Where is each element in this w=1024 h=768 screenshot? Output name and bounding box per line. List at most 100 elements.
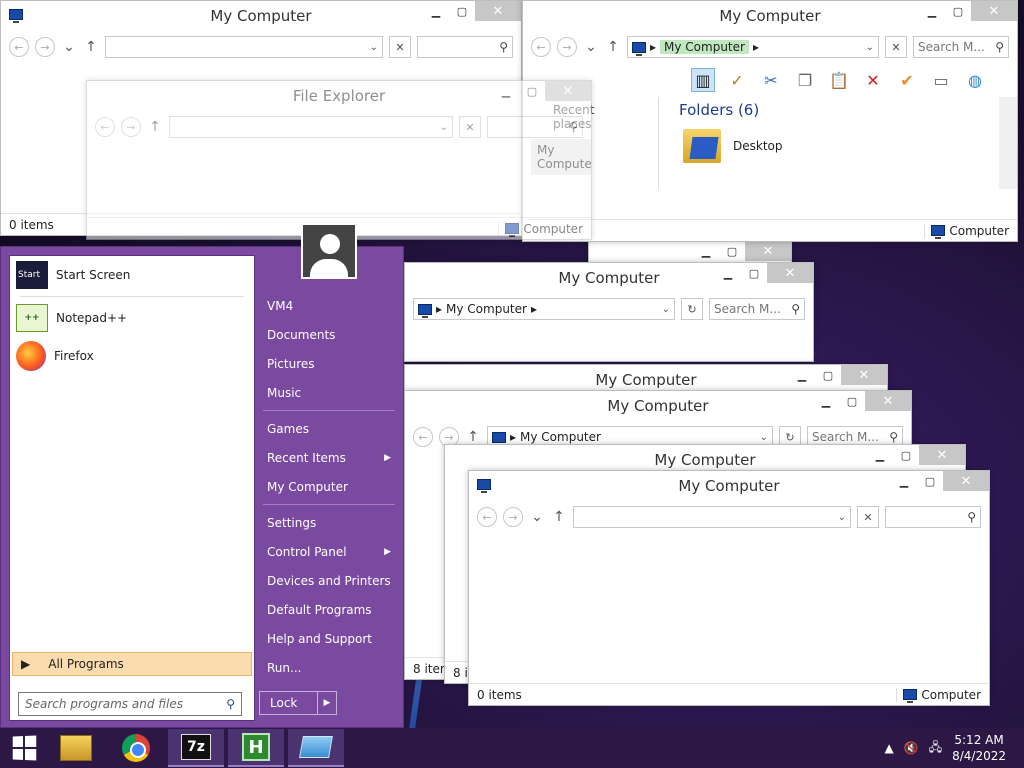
close-button[interactable]: ✕ bbox=[919, 445, 965, 465]
link-default-programs[interactable]: Default Programs bbox=[259, 595, 399, 624]
back-button[interactable]: ← bbox=[413, 427, 433, 447]
checkmark-icon[interactable]: ✔ bbox=[895, 68, 919, 92]
link-recent-items[interactable]: Recent Items ▶ bbox=[259, 443, 399, 472]
taskbar-chrome[interactable] bbox=[108, 729, 164, 767]
close-button[interactable]: ✕ bbox=[841, 365, 887, 385]
search-input[interactable]: ⚲ bbox=[487, 116, 583, 138]
chevron-down-icon[interactable]: ⌄ bbox=[370, 42, 378, 53]
address-bar[interactable]: ⌄ bbox=[573, 506, 851, 528]
address-bar[interactable]: ▸ My Computer ▸ ⌄ bbox=[413, 298, 675, 320]
nav-my-computer[interactable]: My Computer bbox=[531, 139, 591, 175]
lock-button[interactable]: Lock ▶ bbox=[259, 691, 337, 715]
up-arrow-icon[interactable]: ↑ bbox=[551, 509, 567, 525]
close-button[interactable]: ✕ bbox=[545, 81, 591, 101]
taskbar-file-explorer[interactable] bbox=[48, 729, 104, 767]
link-games[interactable]: Games bbox=[259, 414, 399, 443]
link-run[interactable]: Run... bbox=[259, 653, 399, 682]
window-my-computer-front[interactable]: My Computer ▁ ▢ ✕ ← → ⌄ ↑ ⌄ ✕ ⚲ 0 items Co… bbox=[468, 470, 990, 706]
address-bar[interactable]: ⌄ bbox=[105, 36, 383, 58]
cut-icon[interactable]: ✂ bbox=[759, 68, 783, 92]
recent-locations-button[interactable]: ⌄ bbox=[529, 509, 545, 525]
minimize-button[interactable]: ▁ bbox=[919, 1, 945, 21]
all-programs-button[interactable]: ▶ All Programs bbox=[12, 652, 252, 676]
program-firefox[interactable]: Firefox bbox=[10, 337, 254, 375]
up-arrow-icon[interactable]: ↑ bbox=[605, 39, 621, 55]
up-arrow-icon[interactable]: ↑ bbox=[465, 429, 481, 445]
back-button[interactable]: ← bbox=[9, 37, 29, 57]
forward-button[interactable]: → bbox=[557, 37, 577, 57]
delete-icon[interactable]: ✕ bbox=[861, 68, 885, 92]
minimize-button[interactable]: ▁ bbox=[715, 263, 741, 283]
user-avatar[interactable] bbox=[301, 223, 357, 279]
clock[interactable]: 5:12 AM 8/4/2022 bbox=[952, 732, 1006, 764]
link-settings[interactable]: Settings bbox=[259, 508, 399, 537]
back-button[interactable]: ← bbox=[477, 507, 497, 527]
forward-button[interactable]: → bbox=[35, 37, 55, 57]
chevron-down-icon[interactable]: ⌄ bbox=[440, 122, 448, 133]
link-control-panel[interactable]: Control Panel ▶ bbox=[259, 537, 399, 566]
close-button[interactable]: ✕ bbox=[943, 471, 989, 491]
refresh-button[interactable]: ↻ bbox=[681, 298, 703, 320]
minimize-button[interactable]: ▁ bbox=[789, 365, 815, 385]
maximize-button[interactable]: ▢ bbox=[519, 81, 545, 101]
maximize-button[interactable]: ▢ bbox=[719, 241, 745, 261]
maximize-button[interactable]: ▢ bbox=[917, 471, 943, 491]
back-button[interactable]: ← bbox=[95, 117, 115, 137]
chevron-down-icon[interactable]: ⌄ bbox=[760, 432, 768, 443]
close-button[interactable]: ✕ bbox=[767, 263, 813, 283]
taskbar-hxd[interactable]: H bbox=[228, 729, 284, 767]
clear-address-button[interactable]: ✕ bbox=[389, 36, 411, 58]
link-music[interactable]: Music bbox=[259, 378, 399, 407]
search-input[interactable]: Search M...⚲ bbox=[709, 298, 805, 320]
search-input[interactable]: ⚲ bbox=[417, 36, 513, 58]
network-icon[interactable]: 🖧 bbox=[929, 738, 942, 759]
forward-button[interactable]: → bbox=[121, 117, 141, 137]
minimize-button[interactable]: ▁ bbox=[867, 445, 893, 465]
maximize-button[interactable]: ▢ bbox=[741, 263, 767, 283]
back-button[interactable]: ← bbox=[531, 37, 551, 57]
recent-locations-button[interactable]: ⌄ bbox=[583, 39, 599, 55]
link-documents[interactable]: Documents bbox=[259, 320, 399, 349]
close-button[interactable]: ✕ bbox=[971, 1, 1017, 21]
link-pictures[interactable]: Pictures bbox=[259, 349, 399, 378]
copy-icon[interactable]: ❐ bbox=[793, 68, 817, 92]
maximize-button[interactable]: ▢ bbox=[893, 445, 919, 465]
maximize-button[interactable]: ▢ bbox=[945, 1, 971, 21]
paste-icon[interactable]: 📋 bbox=[827, 68, 851, 92]
window-cascade-2[interactable]: My Computer ▁ ▢ ✕ ▸ My Computer ▸ ⌄ ↻ Search … bbox=[404, 262, 814, 362]
search-input[interactable]: ⚲ bbox=[885, 506, 981, 528]
clear-address-button[interactable]: ✕ bbox=[857, 506, 879, 528]
chevron-down-icon[interactable]: ⌄ bbox=[866, 42, 874, 53]
show-hidden-icons-icon[interactable]: ▲ bbox=[885, 741, 894, 755]
up-arrow-icon[interactable]: ↑ bbox=[147, 119, 163, 135]
chevron-down-icon[interactable]: ⌄ bbox=[662, 304, 670, 315]
close-button[interactable]: ✕ bbox=[475, 1, 521, 21]
volume-muted-icon[interactable]: 🔇 bbox=[904, 741, 919, 755]
chevron-right-icon[interactable]: ▶ bbox=[318, 698, 336, 708]
maximize-button[interactable]: ▢ bbox=[839, 391, 865, 411]
window-file-explorer-ghost[interactable]: File Explorer ▁ ▢ ✕ ← → ↑ ⌄ ✕ ⚲ My Compute… bbox=[86, 80, 592, 240]
link-my-computer[interactable]: My Computer bbox=[259, 472, 399, 501]
maximize-button[interactable]: ▢ bbox=[815, 365, 841, 385]
window-my-computer-topright[interactable]: My Computer ▁ ▢ ✕ ← → ⌄ ↑ ▸ My Computer ▸ ⌄ ✕… bbox=[522, 0, 1018, 242]
search-input[interactable]: Search M...⚲ bbox=[913, 36, 1009, 58]
layout-pane-icon[interactable]: ▥ bbox=[691, 68, 715, 92]
program-notepad-plus-plus[interactable]: ++ Notepad++ bbox=[10, 299, 254, 337]
link-help-support[interactable]: Help and Support bbox=[259, 624, 399, 653]
start-button[interactable] bbox=[0, 728, 48, 768]
clear-address-button[interactable]: ✕ bbox=[459, 116, 481, 138]
forward-button[interactable]: → bbox=[503, 507, 523, 527]
link-devices-printers[interactable]: Devices and Printers bbox=[259, 566, 399, 595]
recent-locations-button[interactable]: ⌄ bbox=[61, 39, 77, 55]
address-bar[interactable]: ▸ My Computer ▸ ⌄ bbox=[627, 36, 879, 58]
minimize-button[interactable]: ▁ bbox=[693, 241, 719, 261]
rename-icon[interactable]: ▭ bbox=[929, 68, 953, 92]
program-start-screen[interactable]: Start Start Screen bbox=[10, 256, 254, 294]
minimize-button[interactable]: ▁ bbox=[493, 81, 519, 101]
close-button[interactable]: ✕ bbox=[745, 241, 791, 261]
folder-desktop[interactable]: Desktop bbox=[663, 123, 997, 169]
start-search-input[interactable]: Search programs and files ⚲ bbox=[18, 692, 242, 716]
folders-header[interactable]: Folders (6) bbox=[663, 97, 997, 123]
minimize-button[interactable]: ▁ bbox=[423, 1, 449, 21]
taskbar-7zip[interactable]: 7z bbox=[168, 729, 224, 767]
